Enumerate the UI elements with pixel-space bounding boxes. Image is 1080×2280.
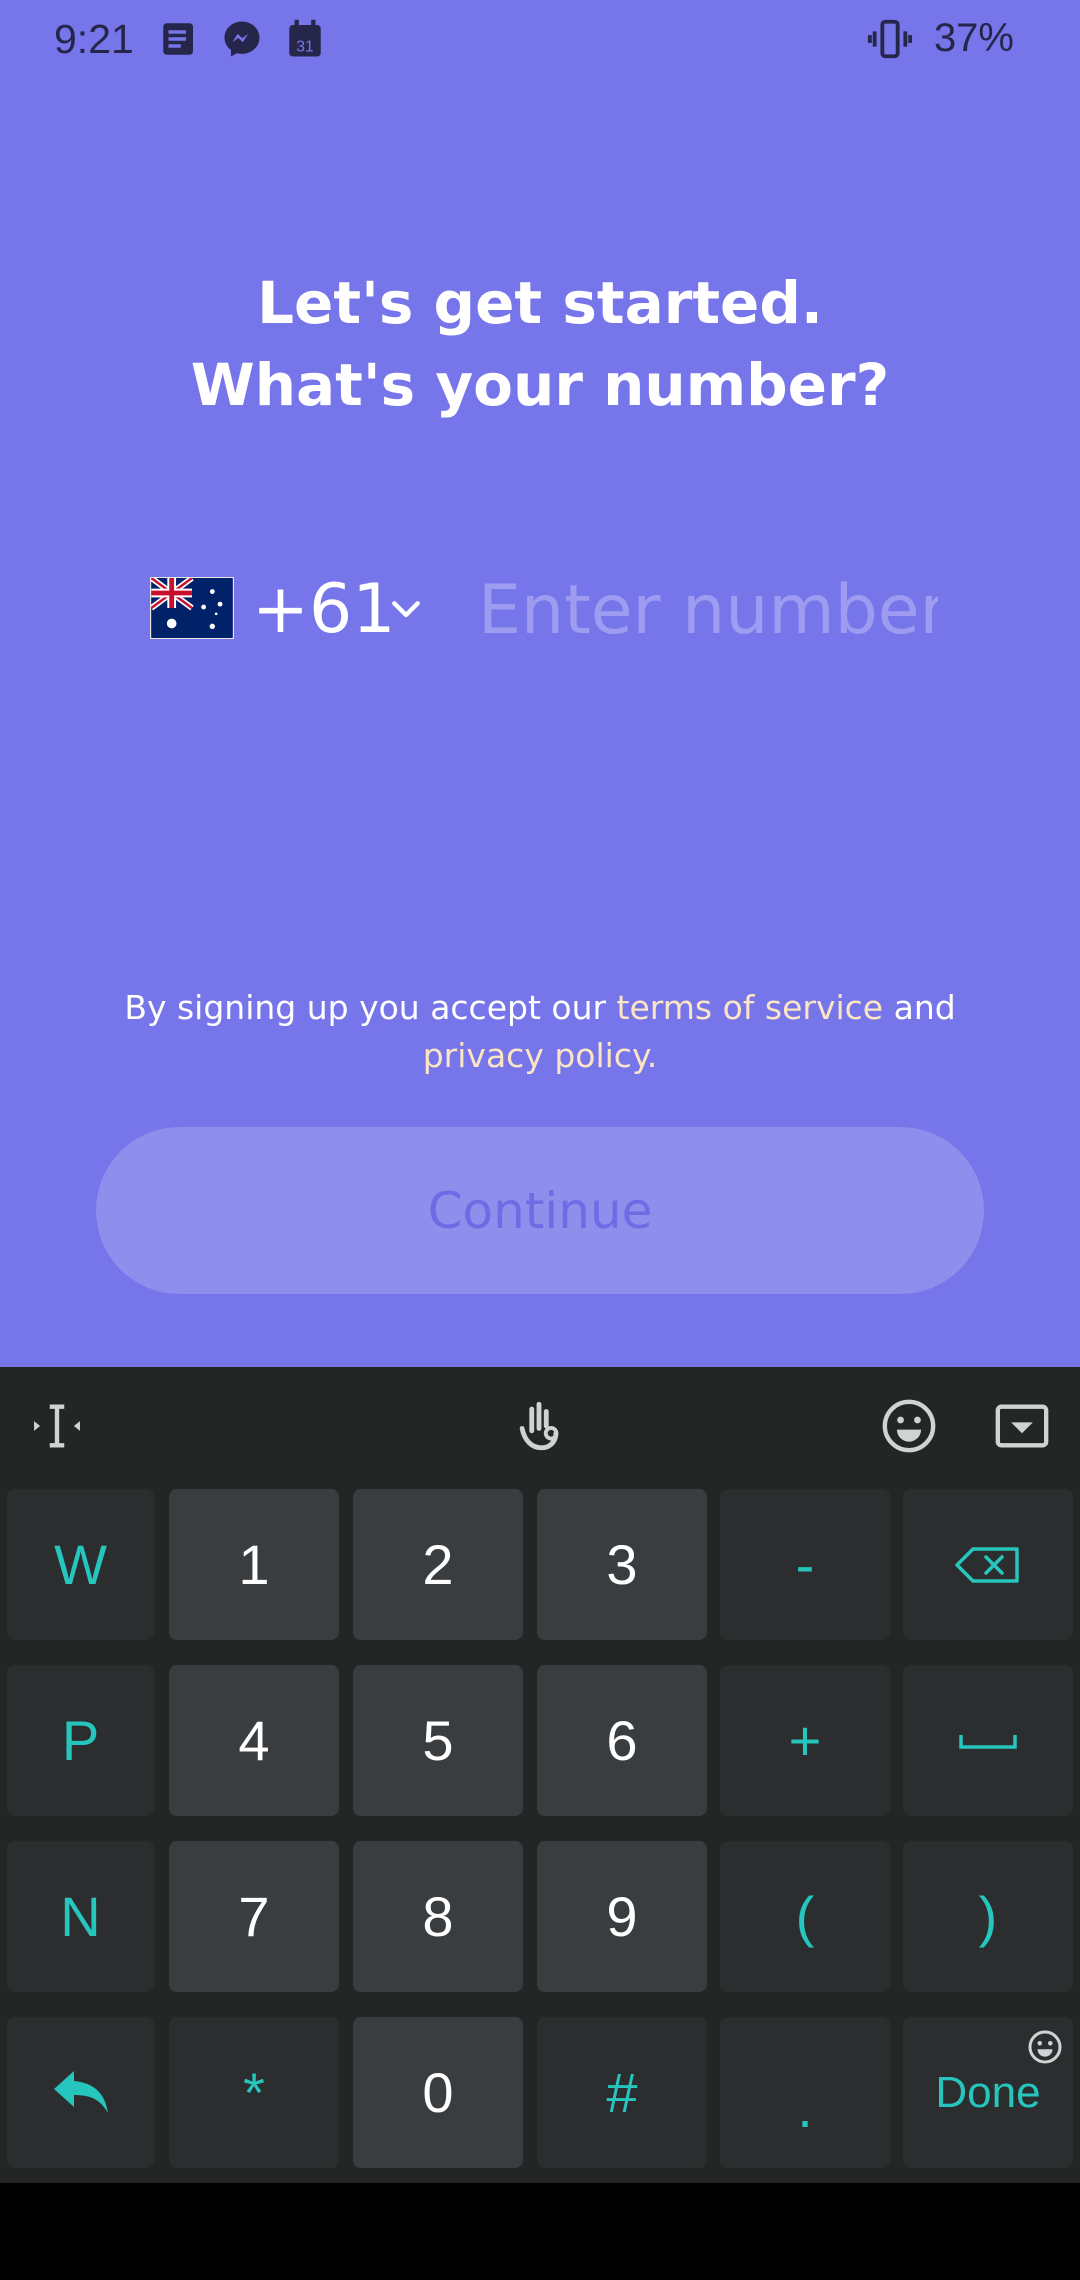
numeric-keyboard: W 1 2 3 - P 4 5 6 + N 7 8 9 ( ) * 0 # . … <box>0 1367 1080 2183</box>
key-0[interactable]: 0 <box>353 2017 523 2168</box>
hide-keyboard-icon[interactable] <box>993 1397 1051 1455</box>
signup-screen: 9:21 31 37% Let's get started. What's yo… <box>0 0 1080 1367</box>
battery-level: 37% <box>933 16 1014 60</box>
keyboard-toolbar <box>0 1367 1080 1477</box>
terms-text: By signing up you accept our terms of se… <box>90 984 990 1080</box>
key-w[interactable]: W <box>7 1489 154 1640</box>
key-minus[interactable]: - <box>720 1489 890 1640</box>
phone-number-input[interactable] <box>478 560 938 660</box>
key-left-paren[interactable]: ( <box>720 1841 890 1992</box>
country-code[interactable]: +61 <box>252 570 396 649</box>
terms-prefix: By signing up you accept our <box>124 988 617 1027</box>
calendar-icon: 31 <box>289 19 321 57</box>
backspace-key[interactable] <box>903 1489 1073 1640</box>
continue-button[interactable]: Continue <box>96 1127 984 1294</box>
status-time: 9:21 <box>54 16 134 62</box>
key-6[interactable]: 6 <box>537 1665 707 1816</box>
key-p[interactable]: P <box>7 1665 154 1816</box>
news-icon <box>163 23 193 55</box>
chevron-down-icon[interactable] <box>386 590 426 630</box>
reply-arrow-icon <box>53 2070 108 2113</box>
svg-text:31: 31 <box>296 38 314 55</box>
space-key[interactable] <box>903 1665 1073 1816</box>
key-8[interactable]: 8 <box>353 1841 523 1992</box>
done-key[interactable]: Done <box>903 2017 1073 2168</box>
title-line-2: What's your number? <box>190 351 890 419</box>
phone-input-row: +61 <box>150 560 950 660</box>
navigation-bar <box>0 2183 1080 2280</box>
terms-middle: and <box>883 988 956 1027</box>
backspace-icon <box>955 1546 1019 1583</box>
key-n[interactable]: N <box>7 1841 154 1992</box>
status-bar: 9:21 31 37% <box>0 0 1080 84</box>
cursor-move-icon[interactable] <box>28 1397 86 1455</box>
back-key[interactable] <box>7 2017 154 2168</box>
key-3[interactable]: 3 <box>537 1489 707 1640</box>
messenger-icon <box>224 21 260 57</box>
australia-flag-icon[interactable] <box>150 577 234 639</box>
space-icon <box>959 1734 1017 1749</box>
privacy-policy-link[interactable]: privacy policy. <box>423 1036 658 1075</box>
key-star[interactable]: * <box>169 2017 339 2168</box>
done-label: Done <box>935 2067 1041 2117</box>
key-2[interactable]: 2 <box>353 1489 523 1640</box>
key-hash[interactable]: # <box>537 2017 707 2168</box>
vibrate-icon <box>867 19 913 59</box>
page-title: Let's get started. What's your number? <box>0 262 1080 426</box>
key-7[interactable]: 7 <box>169 1841 339 1992</box>
key-9[interactable]: 9 <box>537 1841 707 1992</box>
emoji-small-icon <box>1028 2030 1062 2064</box>
key-right-paren[interactable]: ) <box>903 1841 1073 1992</box>
key-plus[interactable]: + <box>720 1665 890 1816</box>
terms-of-service-link[interactable]: terms of service <box>617 988 884 1027</box>
emoji-icon[interactable] <box>880 1397 938 1455</box>
key-5[interactable]: 5 <box>353 1665 523 1816</box>
key-1[interactable]: 1 <box>169 1489 339 1640</box>
title-line-1: Let's get started. <box>257 269 823 337</box>
gesture-hand-icon[interactable] <box>510 1397 568 1455</box>
key-dot[interactable]: . <box>720 2017 890 2168</box>
key-4[interactable]: 4 <box>169 1665 339 1816</box>
